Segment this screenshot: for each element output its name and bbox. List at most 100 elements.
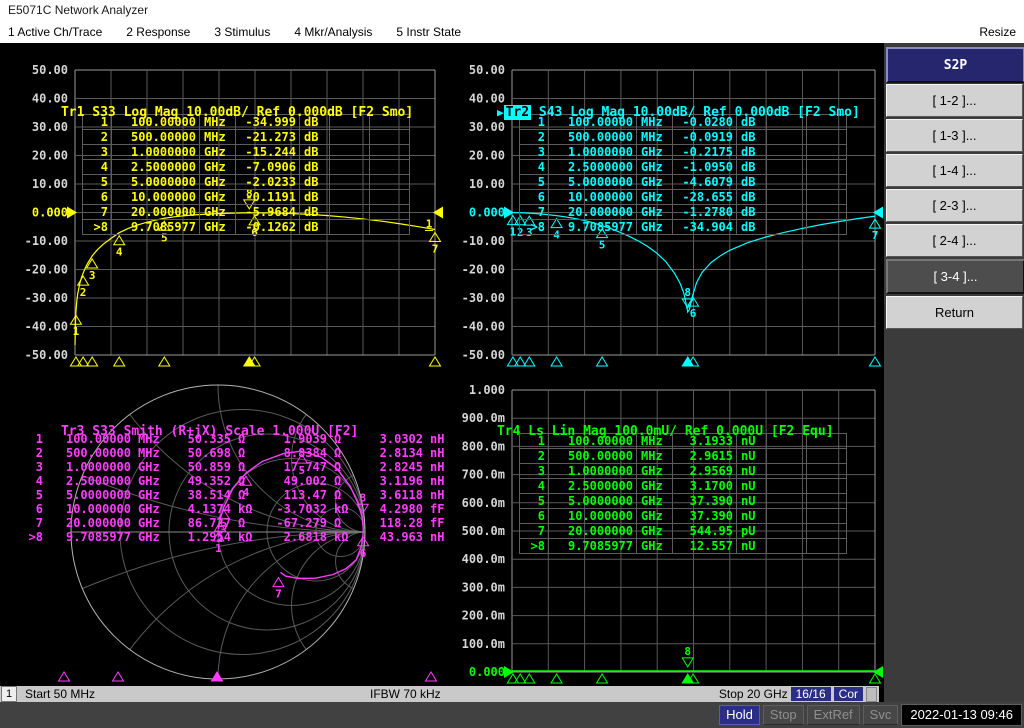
tr2-header[interactable]: ▶Tr2 S43 Log Mag 10.00dB/ Ref 0.000dB [F…	[450, 90, 860, 135]
marker-cell: 3.0302	[354, 432, 426, 446]
svg-text:-40.00: -40.00	[25, 320, 68, 334]
tr3-header[interactable]: Tr3 S33 Smith (R+jX) Scale 1.000U [F2]	[14, 409, 358, 454]
softkey-1-2[interactable]: [ 1-2 ]...	[886, 84, 1023, 117]
svg-text:20.00: 20.00	[32, 149, 68, 163]
marker-cell	[767, 494, 807, 508]
svg-text:4: 4	[116, 246, 123, 259]
marker-cell: nU	[737, 509, 767, 523]
marker-cell: 5.0000000	[112, 175, 200, 189]
marker-cell: GHz	[200, 160, 236, 174]
marker-cell: >8	[82, 220, 112, 234]
marker-cell	[807, 539, 847, 553]
tr1-header[interactable]: Tr1 S33 Log Mag 10.00dB/ Ref 0.000dB [F2…	[14, 90, 413, 135]
marker-cell: 12.557	[673, 539, 737, 553]
marker-cell: 1.2954	[168, 530, 234, 544]
menu-resize[interactable]: Resize	[979, 25, 1016, 39]
marker-cell	[807, 479, 847, 493]
marker-cell: -5.9684	[236, 205, 300, 219]
svg-text:20.00: 20.00	[469, 149, 505, 163]
marker-cell: 37.390	[673, 509, 737, 523]
svg-text:7: 7	[275, 588, 282, 601]
svg-text:700.0m: 700.0m	[462, 468, 505, 482]
marker-cell: 1.0000000	[549, 145, 637, 159]
svg-text:1: 1	[426, 218, 433, 231]
svc-indicator: Svc	[863, 705, 899, 725]
softkey-3-4[interactable]: [ 3-4 ]...	[886, 259, 1024, 294]
marker-cell: pU	[737, 524, 767, 538]
sweep-points-badge: 16/16	[791, 687, 831, 701]
marker-cell: 38.514	[168, 488, 234, 502]
marker-cell: GHz	[637, 190, 673, 204]
marker-cell: GHz	[134, 460, 168, 474]
marker-row: >89.7085977GHz12.557nU	[519, 539, 847, 554]
svg-text:50.00: 50.00	[469, 63, 505, 77]
menu-response[interactable]: 2 Response	[126, 25, 190, 39]
marker-row: >89.7085977GHz-34.904dB	[519, 220, 847, 235]
marker-cell: 4.1374	[168, 502, 234, 516]
marker-row: 610.000000GHz4.1374kΩ-3.7032kΩ4.2980fF	[22, 502, 454, 516]
marker-cell: Ω	[234, 474, 258, 488]
status-stub-box	[866, 687, 877, 702]
stop-indicator: Stop	[763, 705, 804, 725]
marker-cell: 6	[519, 509, 549, 523]
menu-mkr-analysis[interactable]: 4 Mkr/Analysis	[294, 25, 372, 39]
marker-cell	[807, 464, 847, 478]
marker-cell	[767, 524, 807, 538]
marker-cell: 20.000000	[46, 516, 134, 530]
menu-instr-state[interactable]: 5 Instr State	[396, 25, 461, 39]
svg-text:0.000: 0.000	[469, 206, 505, 220]
softkey-2-4[interactable]: [ 2-4 ]...	[886, 224, 1023, 257]
marker-cell: Ω	[330, 516, 354, 530]
marker-cell: GHz	[134, 530, 168, 544]
marker-cell	[807, 509, 847, 523]
marker-cell: 5	[22, 488, 46, 502]
svg-text:200.0m: 200.0m	[462, 609, 505, 623]
marker-cell	[807, 220, 847, 234]
svg-text:5: 5	[599, 239, 606, 252]
marker-cell: 3.6118	[354, 488, 426, 502]
marker-cell: 3	[82, 145, 112, 159]
marker-row: 42.5000000GHz-1.0950dB	[519, 160, 847, 175]
marker-cell: GHz	[637, 524, 673, 538]
menu-active-ch-trace[interactable]: 1 Active Ch/Trace	[8, 25, 102, 39]
marker-cell: 4.2980	[354, 502, 426, 516]
svg-text:8: 8	[684, 286, 691, 299]
analyzer-window: E5071C Network Analyzer 1 Active Ch/Trac…	[0, 0, 1024, 728]
marker-cell: GHz	[637, 175, 673, 189]
marker-cell: 4	[22, 474, 46, 488]
softkey-2-3[interactable]: [ 2-3 ]...	[886, 189, 1023, 222]
marker-cell: 2.5000000	[112, 160, 200, 174]
marker-row: 610.000000GHz-28.655dB	[519, 190, 847, 205]
svg-text:8: 8	[684, 645, 691, 658]
softkey-return[interactable]: Return	[886, 296, 1023, 329]
marker-cell: Ω	[234, 488, 258, 502]
marker-cell: 118.28	[354, 516, 426, 530]
softkey-1-4[interactable]: [ 1-4 ]...	[886, 154, 1023, 187]
marker-cell	[807, 175, 847, 189]
marker-cell	[370, 205, 410, 219]
marker-cell: GHz	[134, 516, 168, 530]
marker-cell	[767, 205, 807, 219]
marker-cell: -2.0233	[236, 175, 300, 189]
marker-cell: -0.1191	[236, 190, 300, 204]
marker-cell: -28.655	[673, 190, 737, 204]
marker-cell: 49.002	[258, 474, 330, 488]
marker-cell	[370, 160, 410, 174]
marker-row: 31.0000000GHz2.9569nU	[519, 464, 847, 479]
marker-cell: GHz	[637, 539, 673, 553]
marker-cell: 37.390	[673, 494, 737, 508]
marker-cell: 86.727	[168, 516, 234, 530]
tr4-header[interactable]: Tr4 Ls Lin Mag 100.0mU/ Ref 0.000U [F2 E…	[450, 409, 834, 454]
menu-stimulus[interactable]: 3 Stimulus	[214, 25, 270, 39]
marker-cell: -1.0950	[673, 160, 737, 174]
stop-frequency: Stop 20 GHz	[719, 687, 788, 701]
marker-row: 31.0000000GHz50.859Ω17.747Ω2.8245nH	[22, 460, 454, 474]
marker-cell: 2.5000000	[549, 160, 637, 174]
svg-text:400.0m: 400.0m	[462, 552, 505, 566]
marker-cell: Ω	[330, 488, 354, 502]
softkey-1-3[interactable]: [ 1-3 ]...	[886, 119, 1023, 152]
marker-cell: GHz	[637, 205, 673, 219]
marker-cell	[767, 479, 807, 493]
svg-text:-40.00: -40.00	[462, 320, 505, 334]
marker-row: >89.7085977GHz1.2954kΩ2.6818kΩ43.963nH	[22, 530, 454, 544]
